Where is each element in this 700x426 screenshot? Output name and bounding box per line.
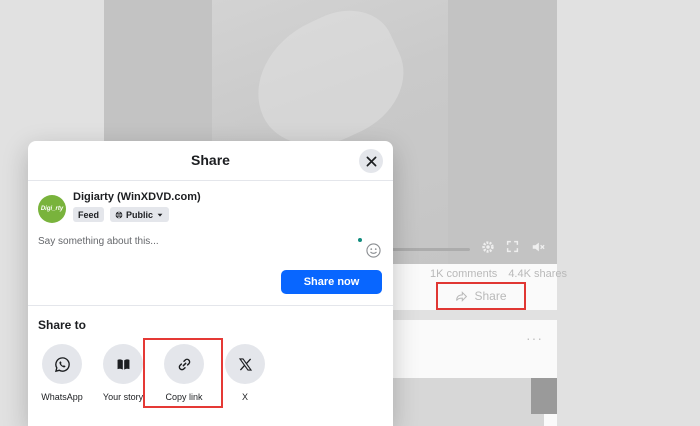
book-icon — [117, 358, 129, 370]
share-targets: WhatsApp Your story Copy link X — [28, 338, 393, 414]
caret-down-icon — [157, 213, 163, 217]
share-dialog: Share Digi_rty Digiarty (WinXDVD.com) Fe… — [28, 141, 393, 426]
avatar: Digi_rty — [38, 195, 66, 223]
share-message-input[interactable] — [38, 233, 338, 249]
your-story-button[interactable] — [103, 344, 143, 384]
privacy-selector[interactable]: Public — [110, 207, 170, 222]
copy-link-highlight — [143, 338, 223, 408]
privacy-label: Public — [126, 209, 154, 220]
whatsapp-icon — [54, 356, 70, 372]
feed-selector[interactable]: Feed — [73, 207, 105, 222]
share-now-button[interactable]: Share now — [281, 270, 382, 294]
share-composer: Digi_rty Digiarty (WinXDVD.com) Feed Pub… — [28, 181, 393, 306]
share-to-heading: Share to — [38, 318, 87, 332]
whatsapp-label: WhatsApp — [41, 392, 83, 402]
status-dot — [358, 238, 362, 242]
dialog-header: Share — [28, 141, 393, 181]
share-target-x[interactable]: X — [214, 344, 276, 414]
x-label: X — [241, 392, 248, 402]
close-icon — [366, 156, 376, 166]
globe-icon — [115, 211, 123, 218]
x-button[interactable] — [225, 344, 265, 384]
x-logo-icon — [238, 357, 252, 371]
feed-label: Feed — [78, 209, 100, 220]
emoji-icon[interactable] — [366, 243, 381, 258]
whatsapp-button[interactable] — [42, 344, 82, 384]
page-name: Digiarty (WinXDVD.com) — [73, 191, 201, 203]
dialog-title: Share — [191, 152, 230, 168]
close-button[interactable] — [359, 149, 383, 173]
share-target-whatsapp[interactable]: WhatsApp — [31, 344, 93, 414]
